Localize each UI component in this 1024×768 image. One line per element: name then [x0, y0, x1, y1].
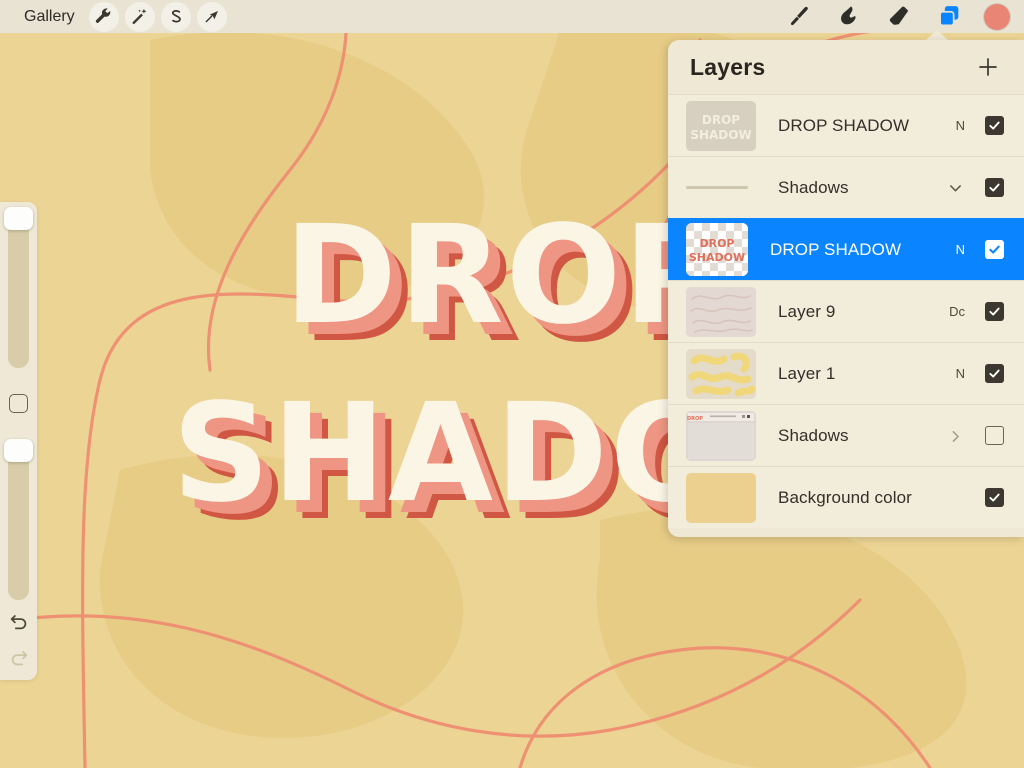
transform-arrow-icon[interactable]: [196, 1, 227, 32]
svg-text:DROP: DROP: [687, 416, 703, 422]
left-sidebar: [0, 202, 37, 680]
svg-text:DROP: DROP: [699, 237, 734, 250]
modify-button[interactable]: [9, 394, 28, 413]
svg-text:SHADOW: SHADOW: [689, 251, 745, 264]
toolbar-left-group: Gallery: [0, 1, 227, 32]
undo-icon[interactable]: [8, 610, 30, 632]
procreate-app: .bigtxt { font-family: "DejaVu Sans", sa…: [0, 0, 1024, 768]
layer-row[interactable]: Layer 1 N: [668, 342, 1024, 404]
toolbar-right-group: [784, 3, 1024, 31]
background-visibility-checkbox[interactable]: [985, 488, 1004, 507]
layer-name: Layer 1: [778, 363, 836, 383]
background-color-row[interactable]: Background color: [668, 466, 1024, 528]
layer-row[interactable]: DROP SHADOW DROP SHADOW N: [668, 94, 1024, 156]
layer-visibility-checkbox[interactable]: [985, 240, 1004, 259]
svg-text:SHADOW: SHADOW: [690, 128, 751, 142]
layers-panel-header: Layers: [668, 40, 1024, 94]
layer-row[interactable]: Layer 9 Dc: [668, 280, 1024, 342]
layer-visibility-checkbox[interactable]: [985, 364, 1004, 383]
layer-name: DROP SHADOW: [770, 239, 902, 259]
group-rule-icon: [686, 163, 756, 213]
top-toolbar: Gallery: [0, 0, 1024, 33]
layer-name: Shadows: [778, 177, 849, 197]
opacity-slider[interactable]: [4, 439, 33, 600]
redo-icon[interactable]: [8, 646, 30, 668]
layer-group-row[interactable]: DROP Shadows: [668, 404, 1024, 466]
layer-blend-mode[interactable]: N: [945, 366, 965, 381]
chevron-right-icon[interactable]: [947, 428, 963, 444]
svg-text:DROP: DROP: [702, 113, 740, 127]
svg-text:DROP: DROP: [284, 197, 725, 355]
gallery-button[interactable]: Gallery: [16, 6, 83, 28]
layer-list: DROP SHADOW DROP SHADOW N Shadows DROP S…: [668, 94, 1024, 528]
layers-panel: Layers DROP SHADOW DROP SHADOW N Shadows…: [668, 40, 1024, 537]
layer-visibility-checkbox[interactable]: [985, 302, 1004, 321]
eraser-icon[interactable]: [884, 3, 914, 31]
add-layer-button[interactable]: [974, 53, 1002, 81]
paintbrush-icon[interactable]: [784, 3, 814, 31]
wand-icon[interactable]: [124, 1, 155, 32]
layer-thumbnail[interactable]: [686, 348, 756, 399]
layer-thumbnail[interactable]: DROP: [686, 410, 756, 461]
brush-size-slider-handle[interactable]: [4, 207, 33, 230]
layer-blend-mode[interactable]: N: [945, 118, 965, 133]
layers-panel-title: Layers: [690, 53, 766, 80]
background-color-swatch[interactable]: [686, 472, 756, 523]
layer-thumbnail[interactable]: [686, 286, 756, 337]
layer-name: Layer 9: [778, 301, 836, 321]
layer-visibility-checkbox[interactable]: [985, 426, 1004, 445]
selection-icon[interactable]: [160, 1, 191, 32]
layer-blend-mode[interactable]: N: [945, 242, 965, 257]
layer-thumbnail[interactable]: DROP SHADOW: [686, 223, 748, 276]
layer-name: Background color: [778, 487, 912, 507]
layer-visibility-checkbox[interactable]: [985, 116, 1004, 135]
layers-icon[interactable]: [934, 3, 964, 31]
layer-row-selected[interactable]: DROP SHADOW DROP SHADOW N: [668, 218, 1024, 280]
panel-pointer-triangle: [926, 30, 948, 40]
layer-blend-mode[interactable]: Dc: [945, 304, 965, 319]
layer-name: DROP SHADOW: [778, 115, 910, 135]
smudge-icon[interactable]: [834, 3, 864, 31]
chevron-down-icon[interactable]: [947, 180, 963, 196]
layer-visibility-checkbox[interactable]: [985, 178, 1004, 197]
wrench-icon[interactable]: [88, 1, 119, 32]
layer-name: Shadows: [778, 425, 849, 445]
brush-size-slider[interactable]: [4, 207, 33, 368]
layer-group-row[interactable]: Shadows: [668, 156, 1024, 218]
color-swatch-button[interactable]: [984, 3, 1010, 30]
layer-thumbnail[interactable]: DROP SHADOW: [686, 100, 756, 151]
opacity-slider-handle[interactable]: [4, 439, 33, 462]
